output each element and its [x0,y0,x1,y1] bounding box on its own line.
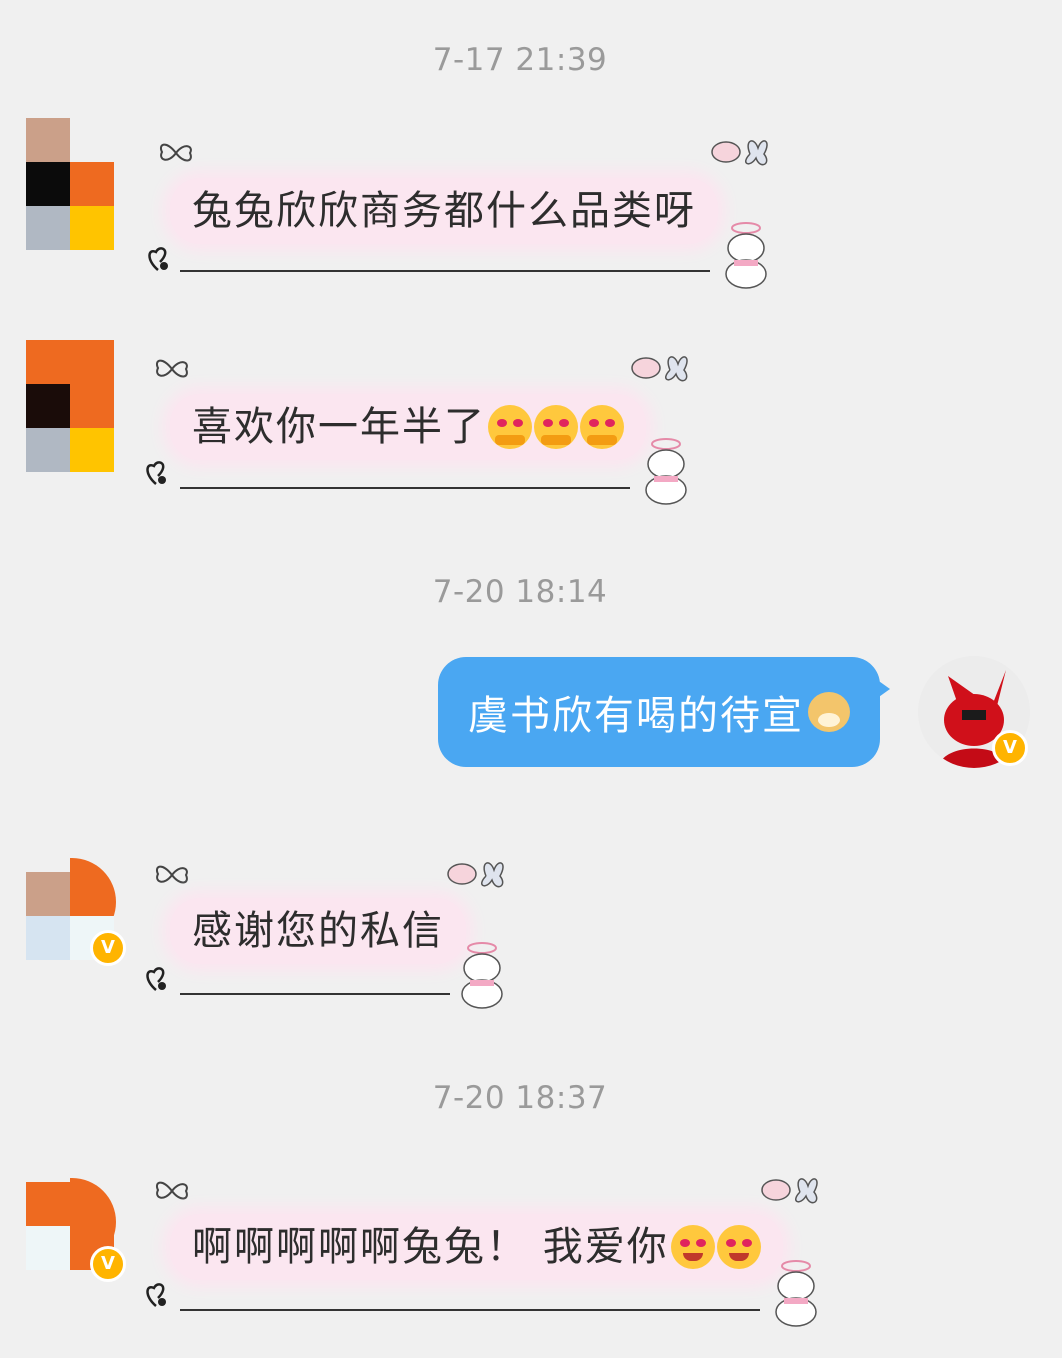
butterfly-icon [160,143,192,162]
hug-emoji [580,405,624,449]
flower-butterfly-icon [711,140,768,166]
message-bubble[interactable]: 喜欢你一年半了 [170,394,646,460]
flower-butterfly-icon [447,862,504,888]
heart-eyes-emoji [670,1225,715,1269]
message-text: 喜欢你一年半了 [192,404,486,450]
avatar[interactable] [26,1178,116,1310]
angel-puppy-icon [725,222,767,289]
message-text: 啊啊啊啊啊兔兔！ 我爱你 [192,1224,669,1270]
angel-puppy-icon [461,942,503,1009]
timestamp: 7-20 18:37 [432,1080,608,1116]
divider-line [180,1309,760,1311]
heart-icon [148,247,168,271]
hug-emoji [534,405,578,449]
timestamp: 7-20 18:14 [432,574,608,610]
verified-badge: V [992,730,1028,766]
verified-badge: V [90,930,126,966]
message-bubble[interactable]: 感谢您的私信 [170,898,466,964]
heart-icon [146,1283,166,1307]
angel-puppy-icon [645,438,687,505]
divider-line [180,270,710,272]
avatar[interactable] [26,118,116,250]
heart-icon [146,967,166,991]
flower-butterfly-icon [761,1178,818,1204]
message-bubble[interactable]: 啊啊啊啊啊兔兔！ 我爱你 [170,1214,783,1280]
butterfly-icon [156,1181,188,1200]
avatar[interactable] [26,340,116,472]
message-text: 感谢您的私信 [192,908,444,954]
hug-emoji [488,405,532,449]
message-text: 兔兔欣欣商务都什么品类呀 [192,188,696,234]
message-bubble[interactable]: 兔兔欣欣商务都什么品类呀 [170,178,718,244]
flower-butterfly-icon [631,356,688,382]
message-bubble[interactable]: 虞书欣有喝的待宣 [438,657,890,767]
divider-line [180,993,450,995]
verified-badge: V [90,1246,126,1282]
divider-line [180,487,630,489]
avatar[interactable] [26,858,116,990]
butterfly-icon [156,865,188,884]
angel-puppy-icon [775,1260,817,1327]
doge-emoji [808,692,850,732]
message-text: 虞书欣有喝的待宣 [468,693,804,739]
heart-icon [146,461,166,485]
timestamp: 7-17 21:39 [432,42,608,78]
butterfly-icon [156,359,188,378]
heart-eyes-emoji [716,1225,761,1269]
